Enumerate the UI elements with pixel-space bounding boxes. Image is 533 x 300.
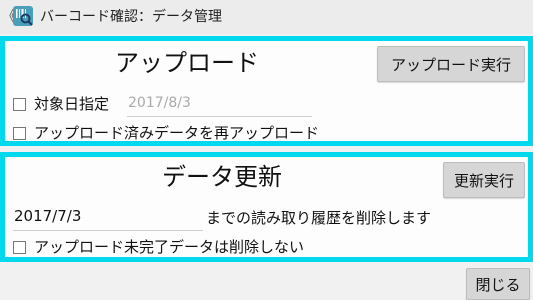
delete-history-text: までの読み取り履歴を削除します: [206, 209, 432, 227]
reupload-checkbox-row[interactable]: アップロード済みデータを再アップロード: [13, 124, 319, 142]
update-date-field[interactable]: 2017/7/3: [13, 207, 203, 231]
upload-panel: アップロード アップロード実行 対象日指定 2017/8/3 アップロード済みデ…: [0, 36, 533, 146]
date-filter-checkbox-row[interactable]: 対象日指定: [13, 95, 109, 113]
reupload-checkbox[interactable]: [13, 126, 26, 140]
date-filter-checkbox[interactable]: [13, 97, 26, 111]
keep-incomplete-checkbox-row[interactable]: アップロード未完了データは削除しない: [13, 238, 304, 256]
update-run-button[interactable]: 更新実行: [443, 162, 525, 198]
keep-incomplete-label: アップロード未完了データは削除しない: [34, 238, 305, 256]
close-button[interactable]: 閉じる: [466, 268, 530, 300]
keep-incomplete-checkbox[interactable]: [13, 240, 26, 254]
upload-run-button[interactable]: アップロード実行: [377, 46, 525, 82]
upload-date-field[interactable]: 2017/8/3: [127, 95, 312, 117]
title-bar: 《 バーコード確認：データ管理: [0, 0, 533, 34]
date-filter-label: 対象日指定: [34, 95, 110, 113]
barcode-search-icon: [12, 5, 34, 27]
update-panel: データ更新 更新実行 2017/7/3 までの読み取り履歴を削除します アップロ…: [0, 152, 533, 262]
reupload-label: アップロード済みデータを再アップロード: [34, 124, 320, 142]
update-section-title: データ更新: [162, 163, 282, 191]
upload-section-title: アップロード: [115, 49, 259, 77]
app-title: バーコード確認：データ管理: [40, 9, 222, 25]
